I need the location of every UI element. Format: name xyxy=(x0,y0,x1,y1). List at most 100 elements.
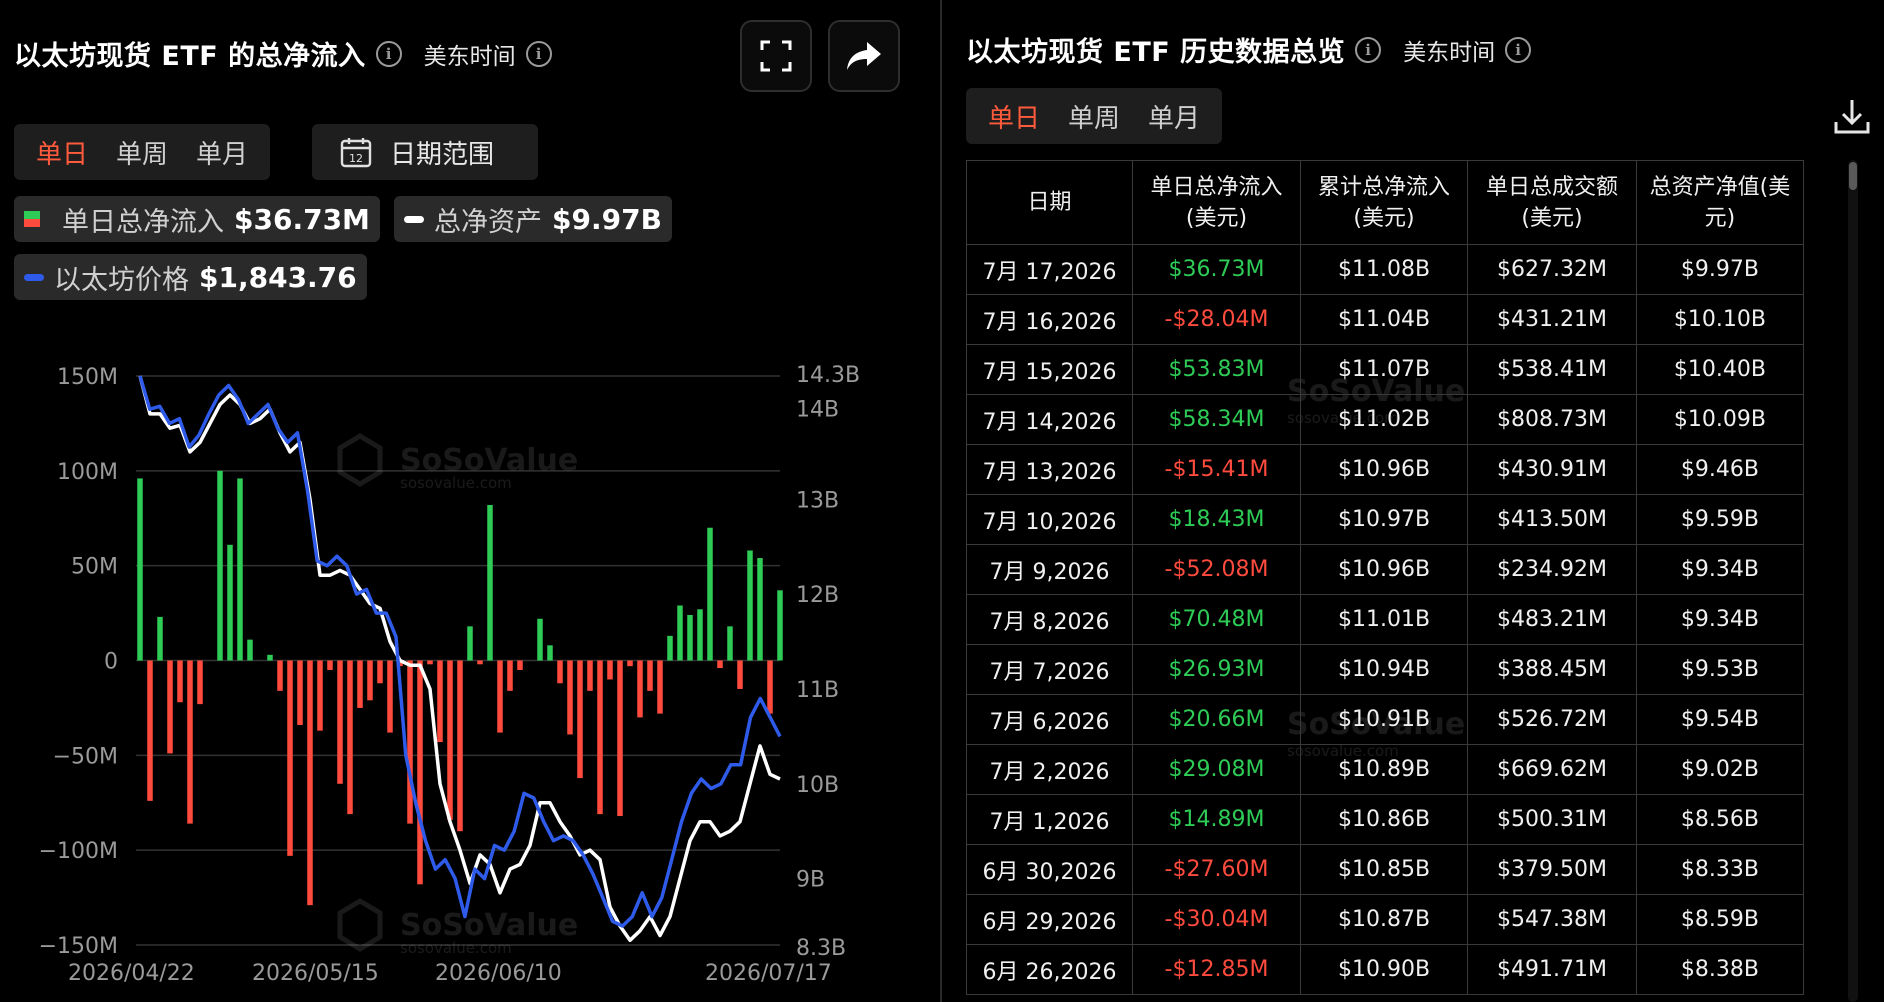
cell-net-asset-value: $9.34B xyxy=(1635,544,1805,595)
cell-date: 7月 2,2026 xyxy=(965,744,1134,795)
bar xyxy=(507,660,513,691)
bar xyxy=(427,660,433,665)
cell-net-asset-value: $10.09B xyxy=(1635,394,1805,445)
cell-cumulative-inflow: $10.86B xyxy=(1299,794,1469,845)
cell-cumulative-inflow: $11.01B xyxy=(1299,594,1469,645)
download-icon[interactable] xyxy=(1832,96,1872,136)
info-icon[interactable]: i xyxy=(1355,36,1382,63)
bar xyxy=(667,635,673,661)
tab-daily[interactable]: 单日 xyxy=(974,98,1054,135)
info-icon[interactable]: i xyxy=(1505,36,1532,63)
cell-net-asset-value: $8.56B xyxy=(1635,794,1805,845)
cell-daily-inflow: $70.48M xyxy=(1132,594,1301,645)
watermark-logo xyxy=(337,898,383,952)
right-axis-tick-label: 8.3B xyxy=(796,936,846,961)
bar xyxy=(717,660,723,669)
right-axis-tick-label: 9B xyxy=(796,868,825,893)
tab-monthly[interactable]: 单月 xyxy=(1134,98,1214,135)
cell-cumulative-inflow: $10.85B xyxy=(1299,844,1469,895)
bar xyxy=(187,660,193,824)
bar xyxy=(747,550,753,661)
bar xyxy=(227,544,233,661)
table-row[interactable]: 6月 26,2026 -$12.85M $10.90B $491.71M $8.38B xyxy=(965,944,1805,995)
net-inflow-chart[interactable]: SoSoValuesosovalue.comSoSoValuesosovalue… xyxy=(0,0,940,1002)
cell-cumulative-inflow: $11.08B xyxy=(1299,244,1469,295)
cell-daily-inflow: $26.93M xyxy=(1132,644,1301,695)
col-cumulative-inflow[interactable]: 累计总净流入 (美元) xyxy=(1299,160,1469,245)
col-date[interactable]: 日期 xyxy=(965,160,1134,245)
table-row[interactable]: 7月 17,2026 $36.73M $11.08B $627.32M $9.97B xyxy=(965,244,1805,295)
history-panel: 以太坊现货 ETF 历史数据总览 i 美东时间 i 单日 单周 单月 SoSoV… xyxy=(942,0,1884,1002)
x-axis-tick-label: 2026/07/17 xyxy=(705,961,832,986)
cell-net-asset-value: $8.33B xyxy=(1635,844,1805,895)
bar xyxy=(577,660,583,779)
bar xyxy=(387,660,393,733)
table-row[interactable]: 7月 7,2026 $26.93M $10.94B $388.45M $9.53B xyxy=(965,644,1805,695)
left-axis-tick-label: −150M xyxy=(39,934,118,959)
bar xyxy=(317,660,323,731)
table-row[interactable]: 7月 14,2026 $58.34M $11.02B $808.73M $10.09B xyxy=(965,394,1805,445)
cell-daily-inflow: -$12.85M xyxy=(1132,944,1301,995)
cell-daily-inflow: $36.73M xyxy=(1132,244,1301,295)
cell-daily-inflow: $18.43M xyxy=(1132,494,1301,545)
cell-net-asset-value: $9.34B xyxy=(1635,594,1805,645)
right-axis-tick-label: 11B xyxy=(796,678,839,703)
cell-daily-inflow: $14.89M xyxy=(1132,794,1301,845)
cell-net-asset-value: $9.54B xyxy=(1635,694,1805,745)
bar xyxy=(367,660,373,701)
scrollbar-track[interactable] xyxy=(1848,160,1858,1002)
cell-daily-volume: $379.50M xyxy=(1467,844,1637,895)
cell-daily-inflow: $53.83M xyxy=(1132,344,1301,395)
table-row[interactable]: 7月 6,2026 $20.66M $10.91B $526.72M $9.54B xyxy=(965,694,1805,745)
bar xyxy=(607,660,613,680)
table-period-tabs: 单日 单周 单月 xyxy=(966,88,1223,144)
table-row[interactable]: 7月 13,2026 -$15.41M $10.96B $430.91M $9.46B xyxy=(965,444,1805,495)
table-row[interactable]: 7月 1,2026 $14.89M $10.86B $500.31M $8.56B xyxy=(965,794,1805,845)
col-daily-inflow[interactable]: 单日总净流入 (美元) xyxy=(1132,160,1301,245)
cell-cumulative-inflow: $11.07B xyxy=(1299,344,1469,395)
cell-date: 7月 10,2026 xyxy=(965,494,1134,545)
cell-date: 7月 7,2026 xyxy=(965,644,1134,695)
left-axis-tick-label: 100M xyxy=(57,460,118,485)
table-row[interactable]: 7月 15,2026 $53.83M $11.07B $538.41M $10.40B xyxy=(965,344,1805,395)
col-net-asset-value[interactable]: 总资产净值(美 元) xyxy=(1635,160,1805,245)
bar xyxy=(567,660,573,735)
cell-net-asset-value: $9.46B xyxy=(1635,444,1805,495)
watermark-logo xyxy=(337,433,383,487)
table-row[interactable]: 7月 10,2026 $18.43M $10.97B $413.50M $9.59B xyxy=(965,494,1805,545)
bar xyxy=(517,660,523,670)
bar xyxy=(177,660,183,703)
cell-cumulative-inflow: $10.90B xyxy=(1299,944,1469,995)
table-row[interactable]: 7月 8,2026 $70.48M $11.01B $483.21M $9.34B xyxy=(965,594,1805,645)
history-table: 日期 单日总净流入 (美元) 累计总净流入 (美元) 单日总成交额 (美元) 总… xyxy=(965,160,1805,995)
right-axis-tick-label: 13B xyxy=(796,488,839,513)
bar xyxy=(727,626,733,661)
bar xyxy=(647,660,653,691)
col-daily-volume[interactable]: 单日总成交额 (美元) xyxy=(1467,160,1637,245)
cell-daily-volume: $547.38M xyxy=(1467,894,1637,945)
tab-weekly[interactable]: 单周 xyxy=(1054,98,1134,135)
cell-net-asset-value: $10.40B xyxy=(1635,344,1805,395)
table-row[interactable]: 7月 9,2026 -$52.08M $10.96B $234.92M $9.34B xyxy=(965,544,1805,595)
table-row[interactable]: 7月 2,2026 $29.08M $10.89B $669.62M $9.02B xyxy=(965,744,1805,795)
watermark-sub: sosovalue.com xyxy=(400,939,512,957)
table-title: 以太坊现货 ETF 历史数据总览 xyxy=(966,37,1346,68)
scrollbar-thumb[interactable] xyxy=(1849,162,1857,190)
table-row[interactable]: 6月 30,2026 -$27.60M $10.85B $379.50M $8.33B xyxy=(965,844,1805,895)
table-row[interactable]: 7月 16,2026 -$28.04M $11.04B $431.21M $10.10B xyxy=(965,294,1805,345)
bar xyxy=(617,660,623,817)
bar xyxy=(557,660,563,684)
bar xyxy=(437,660,443,743)
cell-daily-volume: $627.32M xyxy=(1467,244,1637,295)
cell-net-asset-value: $9.02B xyxy=(1635,744,1805,795)
left-axis-tick-label: −50M xyxy=(53,744,118,769)
bar xyxy=(597,660,603,815)
cell-daily-inflow: -$15.41M xyxy=(1132,444,1301,495)
cell-net-asset-value: $8.59B xyxy=(1635,894,1805,945)
table-row[interactable]: 6月 29,2026 -$30.04M $10.87B $547.38M $8.59B xyxy=(965,894,1805,945)
cell-cumulative-inflow: $11.04B xyxy=(1299,294,1469,345)
cell-date: 7月 15,2026 xyxy=(965,344,1134,395)
bar xyxy=(687,614,693,661)
cell-date: 6月 29,2026 xyxy=(965,894,1134,945)
cell-daily-volume: $483.21M xyxy=(1467,594,1637,645)
